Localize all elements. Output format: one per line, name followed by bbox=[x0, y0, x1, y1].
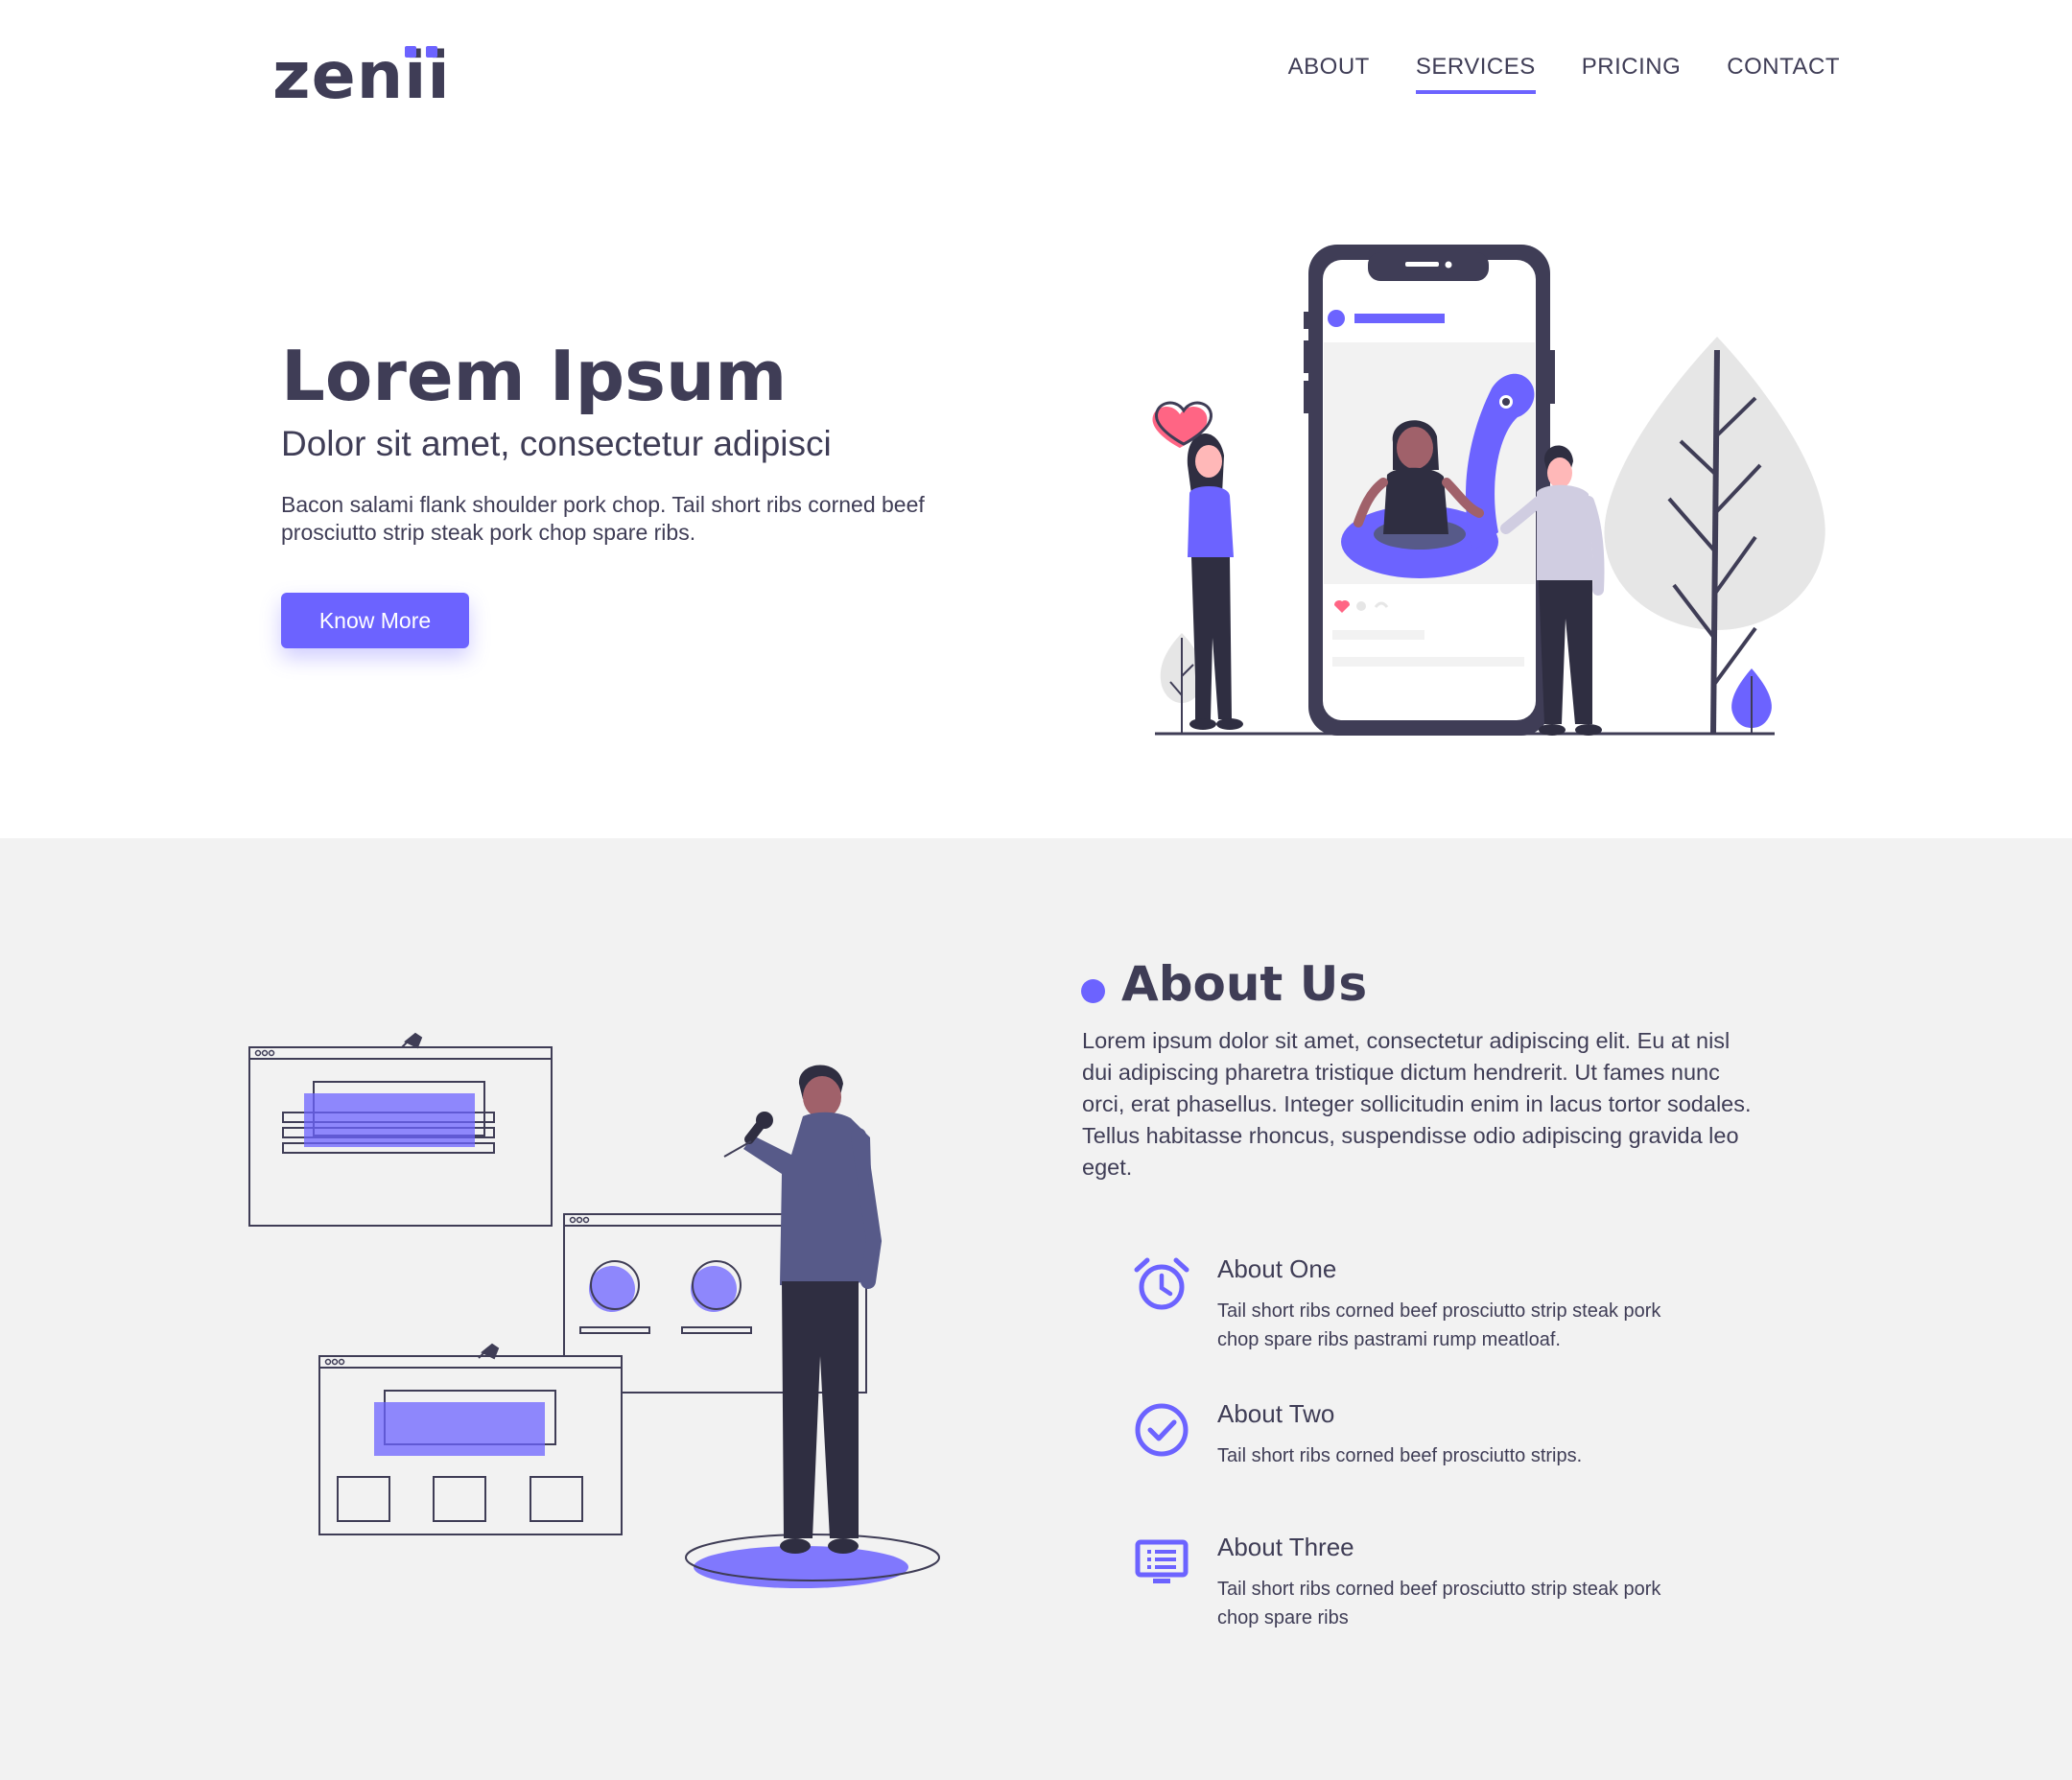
hero-title: Lorem Ipsum bbox=[281, 336, 788, 416]
feature-text: Tail short ribs corned beef prosciutto s… bbox=[1217, 1300, 1661, 1350]
wireframe-board-illustration bbox=[248, 1032, 940, 1588]
about-title-dot bbox=[1081, 979, 1105, 1003]
feature-text: Tail short ribs corned beef prosciutto s… bbox=[1217, 1445, 1583, 1466]
nav-about[interactable]: ABOUT bbox=[1288, 54, 1370, 94]
check-circle-icon bbox=[1135, 1403, 1189, 1457]
logo-accent-dot bbox=[405, 46, 416, 58]
site-header: zenii ABOUT SERVICES PRICING CONTACT bbox=[0, 0, 2072, 153]
logo-text: zenii bbox=[272, 38, 451, 114]
main-nav: ABOUT SERVICES PRICING CONTACT bbox=[1288, 54, 1840, 94]
know-more-button[interactable]: Know More bbox=[281, 593, 469, 648]
about-description: Lorem ipsum dolor sit amet, consectetur … bbox=[1082, 1028, 1752, 1180]
nav-services[interactable]: SERVICES bbox=[1415, 54, 1536, 94]
nav-contact[interactable]: CONTACT bbox=[1727, 54, 1840, 94]
feature-title: About One bbox=[1217, 1254, 1337, 1283]
hero-section: Lorem Ipsum Dolor sit amet, consectetur … bbox=[0, 153, 2072, 838]
about-section: About Us Lorem ipsum dolor sit amet, con… bbox=[0, 838, 2072, 1780]
logo-accent-dot bbox=[426, 46, 437, 58]
feature-text: Tail short ribs corned beef prosciutto s… bbox=[1217, 1579, 1661, 1628]
feature-title: About Three bbox=[1217, 1533, 1354, 1561]
hero-description: Bacon salami flank shoulder pork chop. T… bbox=[281, 492, 925, 545]
hero-subtitle: Dolor sit amet, consectetur adipisci bbox=[281, 424, 832, 463]
feature-title: About Two bbox=[1217, 1399, 1335, 1428]
social-media-phone-illustration bbox=[1152, 245, 1825, 736]
alarm-clock-icon bbox=[1134, 1257, 1189, 1310]
about-title: About Us bbox=[1121, 956, 1368, 1012]
monitor-list-icon bbox=[1135, 1539, 1189, 1583]
logo[interactable]: zenii bbox=[272, 38, 451, 115]
nav-pricing[interactable]: PRICING bbox=[1582, 54, 1682, 94]
